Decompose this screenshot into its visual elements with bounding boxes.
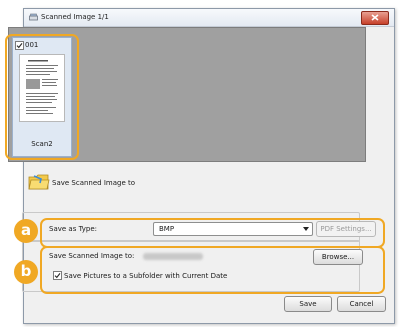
highlight-a [40, 218, 385, 248]
folder-icon [28, 174, 50, 190]
close-icon [371, 14, 379, 21]
save-section-heading: Save Scanned Image to [52, 179, 136, 187]
highlight-b [40, 246, 385, 294]
cancel-button[interactable]: Cancel [337, 296, 386, 312]
thumbnail-highlight [5, 34, 79, 160]
scanner-icon [29, 13, 38, 21]
callout-badge-a: a [14, 219, 38, 243]
close-button[interactable] [361, 11, 389, 25]
callout-badge-b: b [14, 260, 38, 284]
window-title: Scanned Image 1/1 [41, 13, 109, 21]
title-bar: Scanned Image 1/1 [24, 9, 394, 27]
save-button[interactable]: Save [284, 296, 332, 312]
